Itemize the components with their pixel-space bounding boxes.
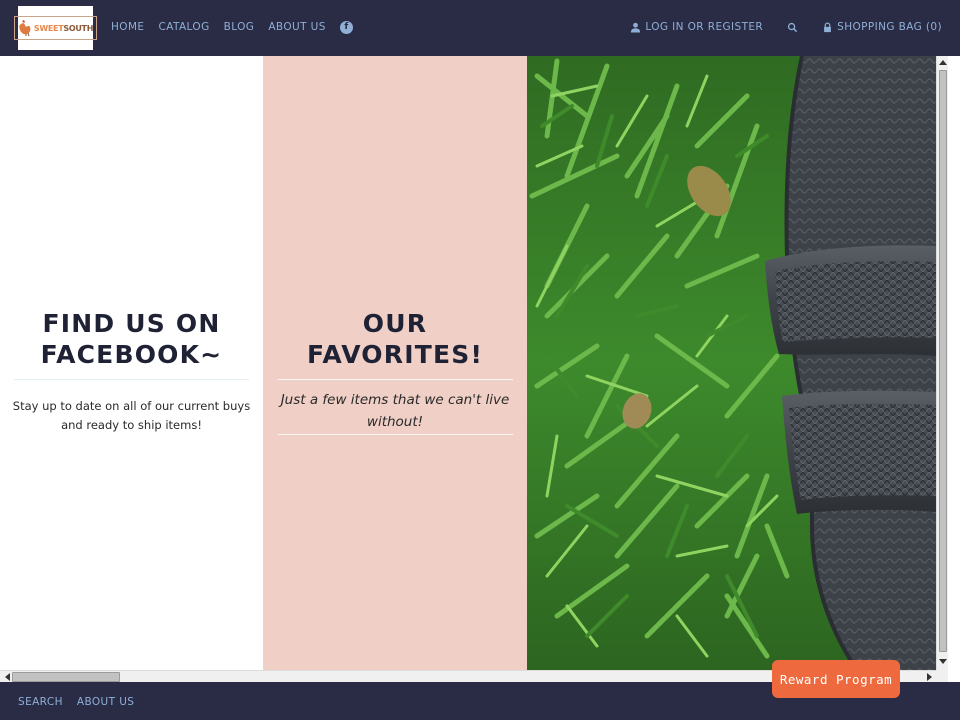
horizontal-scroll-thumb[interactable]	[12, 672, 120, 682]
logo-frame: SWEETSOUTH	[13, 16, 98, 40]
favorites-text-line1: Just a few items that we can't live	[280, 392, 510, 408]
vertical-scroll-thumb[interactable]	[939, 70, 947, 652]
nav-blog[interactable]: BLOG	[224, 20, 255, 34]
page-right-gutter	[948, 56, 960, 682]
favorites-section-title: OUR FAVORITES!	[264, 308, 526, 370]
footer-links: SEARCH ABOUT US	[18, 696, 134, 708]
nav-catalog[interactable]: CATALOG	[158, 20, 209, 34]
nav-home[interactable]: HOME	[111, 20, 144, 34]
vertical-scrollbar[interactable]	[936, 56, 948, 670]
favorites-title-line2: FAVORITES!	[306, 340, 484, 369]
facebook-text-line2: and ready to ship items!	[61, 418, 202, 432]
footer-search-link[interactable]: SEARCH	[18, 696, 63, 708]
favorites-divider-bottom	[278, 434, 513, 435]
site-logo[interactable]: SWEETSOUTH	[13, 6, 98, 50]
footer-about-us-link[interactable]: ABOUT US	[77, 696, 134, 708]
search-icon[interactable]	[787, 22, 798, 33]
rooster-logo-icon	[17, 20, 31, 37]
favorites-section-text: Just a few items that we can't live with…	[274, 389, 516, 433]
logo-text-sweet: SWEET	[33, 23, 64, 33]
logo-text: SWEETSOUTH	[33, 23, 94, 33]
featured-product-image[interactable]	[527, 56, 936, 670]
login-register-label: LOG IN OR REGISTER	[645, 21, 764, 33]
nav-about-us[interactable]: ABOUT US	[268, 20, 325, 34]
facebook-section-text: Stay up to date on all of our current bu…	[10, 397, 253, 435]
favorites-section: OUR FAVORITES! Just a few items that we …	[263, 56, 527, 670]
facebook-icon[interactable]: f	[339, 20, 353, 34]
facebook-title-line2: FACEBOOK~	[40, 340, 223, 369]
site-header: SWEETSOUTH HOME CATALOG BLOG ABOUT US f …	[0, 0, 960, 56]
facebook-section: FIND US ON FACEBOOK~ Stay up to date on …	[0, 56, 263, 670]
favorites-title-line1: OUR	[362, 309, 428, 338]
reward-program-button[interactable]: Reward Program	[772, 660, 900, 698]
scrollbar-corner	[936, 670, 948, 682]
facebook-section-title: FIND US ON FACEBOOK~	[0, 308, 263, 370]
sandal-on-grass-image	[527, 56, 936, 670]
facebook-text-line1: Stay up to date on all of our current bu…	[12, 399, 251, 413]
facebook-divider	[14, 379, 249, 380]
main-nav: HOME CATALOG BLOG ABOUT US f	[111, 20, 353, 34]
login-register-link[interactable]: LOG IN OR REGISTER	[630, 20, 763, 34]
logo-text-south: SOUTH	[63, 23, 94, 33]
favorites-divider-top	[278, 379, 513, 380]
user-icon	[631, 22, 641, 33]
shopping-bag-label: SHOPPING BAG (0)	[837, 21, 942, 33]
favorites-text-line2: without!	[366, 414, 424, 430]
shopping-bag-link[interactable]: SHOPPING BAG (0)	[822, 20, 942, 34]
facebook-title-line1: FIND US ON	[42, 309, 221, 338]
account-nav: LOG IN OR REGISTER SHOPPING BAG (0)	[630, 20, 942, 34]
lock-icon	[824, 22, 832, 32]
